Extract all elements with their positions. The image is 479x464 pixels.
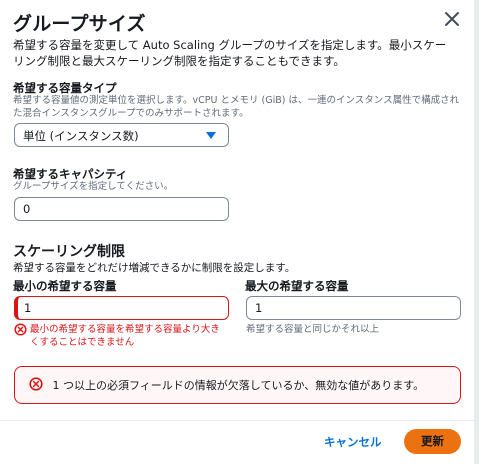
modal-description: 希望する容量を変更して Auto Scaling グループのサイズを指定します。… xyxy=(13,38,447,68)
min-capacity-error-text: 最小の希望する容量を希望する容量より大きくすることはできません xyxy=(30,324,220,348)
close-icon[interactable] xyxy=(443,10,461,28)
min-capacity-error: 最小の希望する容量を希望する容量より大きくすることはできません xyxy=(14,323,234,349)
desired-capacity-input[interactable]: 0 xyxy=(14,197,229,221)
max-capacity-input[interactable]: 1 xyxy=(246,296,461,320)
max-capacity-hint: 希望する容量と同じかそれ以上 xyxy=(246,324,380,335)
cancel-button[interactable]: キャンセル xyxy=(324,434,382,450)
error-icon xyxy=(14,323,27,340)
modal-title: グループサイズ xyxy=(13,13,146,35)
min-capacity-value: 1 xyxy=(24,301,32,315)
capacity-type-select[interactable]: 単位 (インスタンス数) xyxy=(14,123,229,147)
footer-divider xyxy=(0,420,474,421)
max-capacity-value: 1 xyxy=(255,301,263,315)
max-capacity-label: 最大の希望する容量 xyxy=(245,279,349,293)
scrollbar-track[interactable] xyxy=(474,0,479,464)
desired-capacity-description: グループサイズを指定してください。 xyxy=(13,181,174,192)
min-capacity-label: 最小の希望する容量 xyxy=(13,279,117,293)
group-size-modal: グループサイズ 希望する容量を変更して Auto Scaling グループのサイ… xyxy=(0,0,479,464)
scaling-limits-description: 希望する容量をどれだけ増減できるかに制限を設定します。 xyxy=(13,262,296,274)
validation-alert-message: 1 つ以上の必須フィールドの情報が欠落しているか、無効な値があります。 xyxy=(52,379,425,392)
validation-alert: 1 つ以上の必須フィールドの情報が欠落しているか、無効な値があります。 xyxy=(14,366,461,404)
update-button[interactable]: 更新 xyxy=(404,429,461,454)
desired-capacity-value: 0 xyxy=(23,202,31,216)
capacity-type-selected: 単位 (インスタンス数) xyxy=(23,129,139,143)
min-capacity-input[interactable]: 1 xyxy=(14,296,229,320)
caret-down-icon xyxy=(206,132,216,139)
scaling-limits-title: スケーリング制限 xyxy=(13,244,125,260)
error-icon xyxy=(29,377,43,394)
capacity-type-description: 希望する容量値の測定単位を選択します。vCPU とメモリ (GiB) は、一連の… xyxy=(13,95,460,119)
